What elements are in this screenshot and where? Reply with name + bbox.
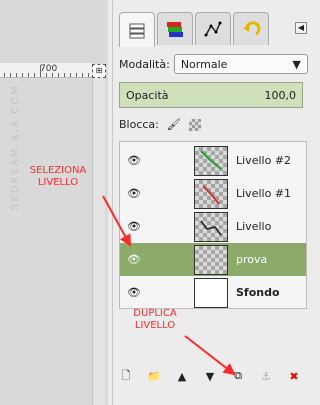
annotation-arrows [102, 195, 236, 376]
arrow-to-layer [102, 195, 131, 247]
arrow-to-duplicate [184, 335, 236, 376]
